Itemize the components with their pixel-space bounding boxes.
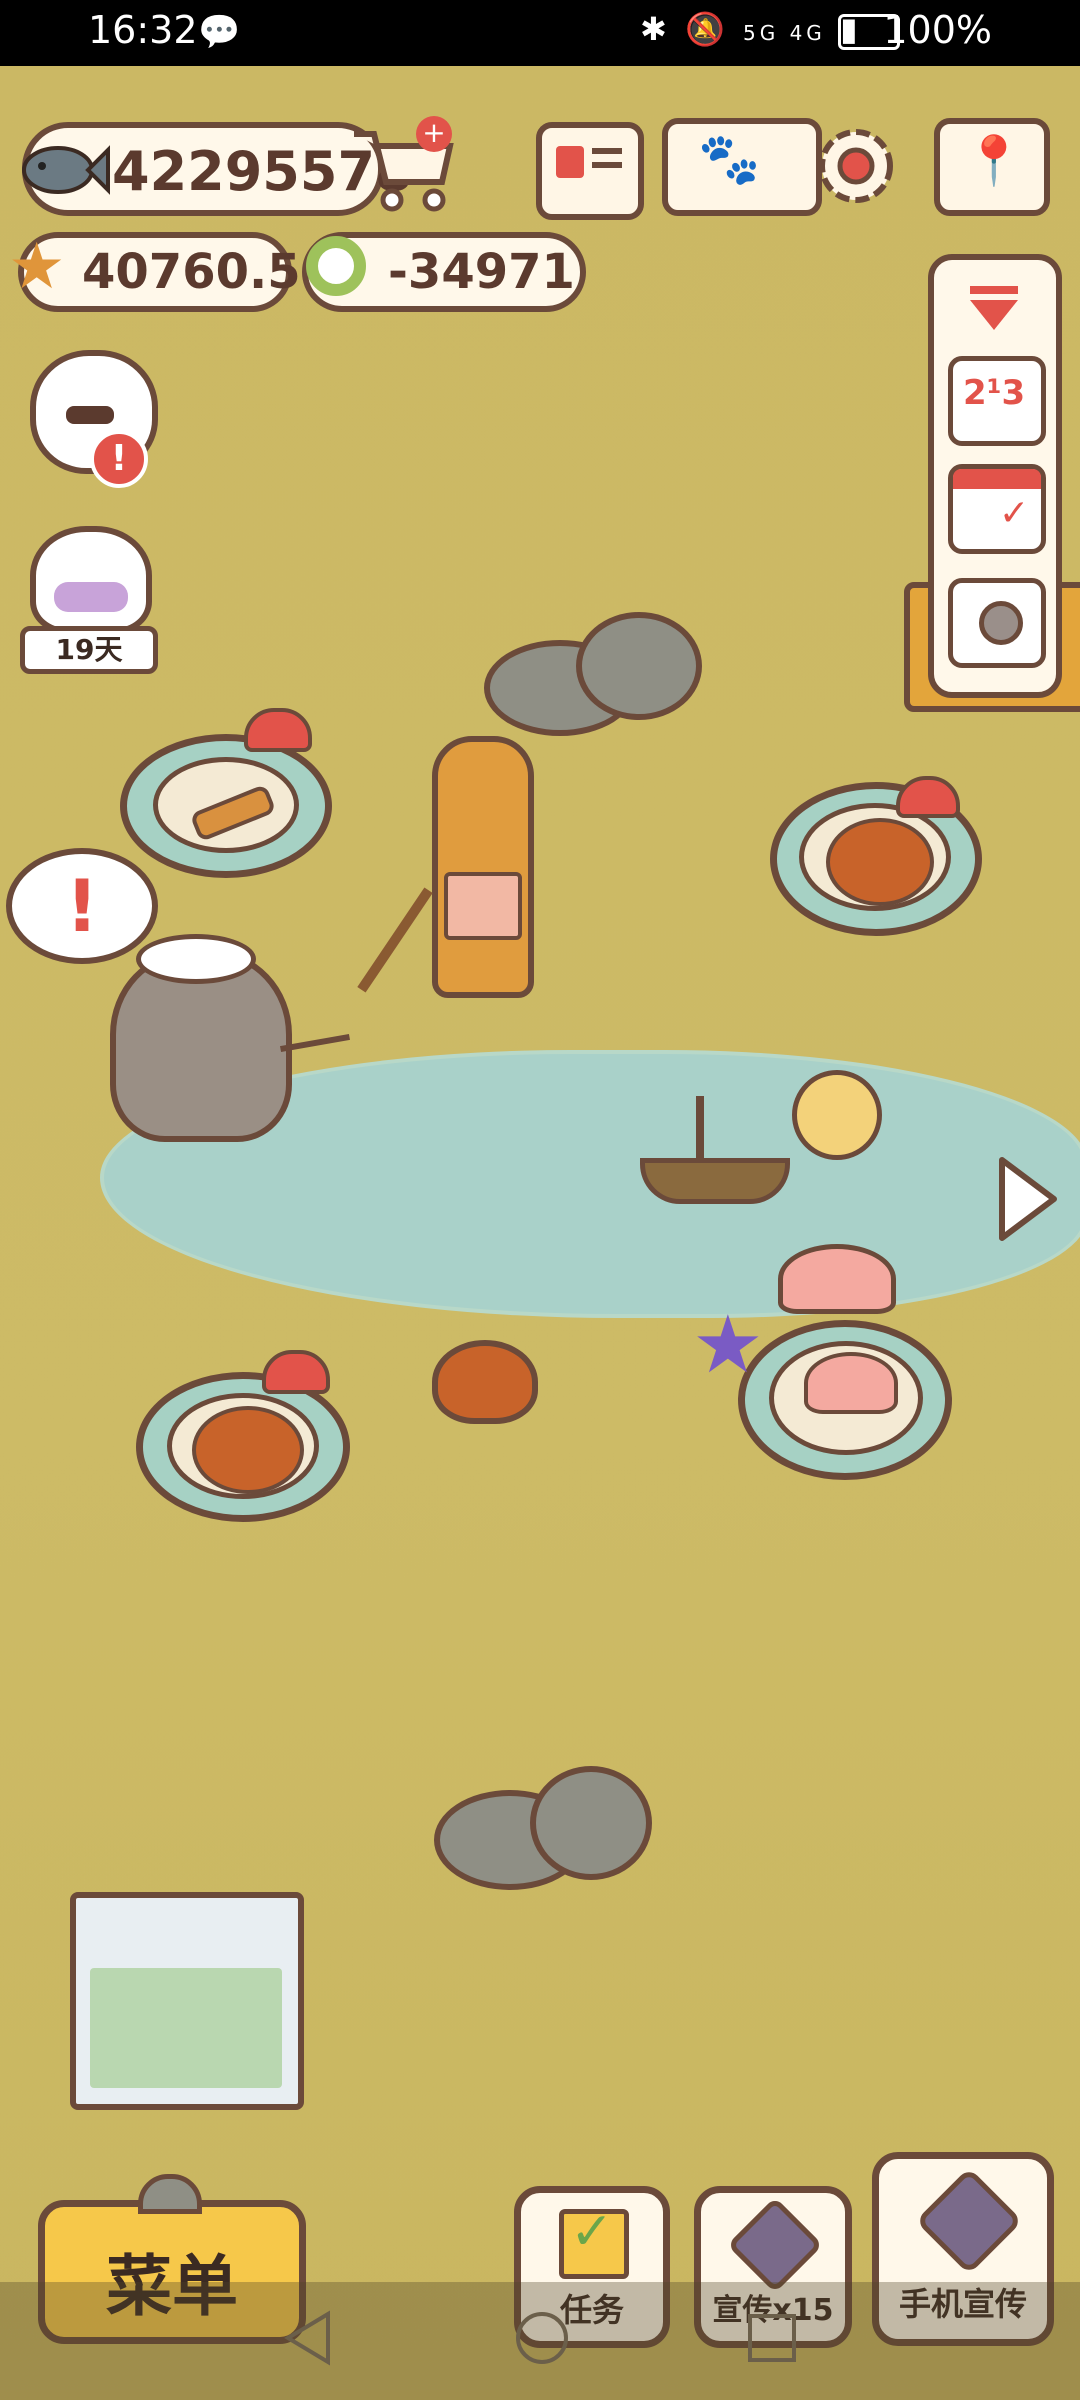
mast-icon — [696, 1096, 704, 1162]
bush-wood[interactable] — [120, 734, 332, 878]
days-badge: 19天 — [20, 626, 158, 674]
hat-icon — [136, 934, 256, 984]
coin-stack[interactable] — [792, 1070, 882, 1160]
rock-top-right — [576, 612, 702, 720]
ring-icon — [306, 236, 366, 296]
back-icon[interactable] — [280, 2308, 336, 2368]
checkbox-icon: ✓ — [559, 2202, 629, 2279]
map-button[interactable]: 📍 — [934, 118, 1050, 216]
sailboat[interactable] — [640, 1096, 790, 1204]
purple-bow-icon — [54, 582, 128, 612]
aquarium-water — [90, 1968, 282, 2088]
rock-bottom-right — [530, 1766, 652, 1880]
star-icon: ★ — [8, 230, 66, 304]
svg-text:+: + — [422, 116, 445, 149]
bluetooth-icon: ✱ — [640, 10, 671, 48]
mushroom-icon — [244, 708, 312, 752]
status-bar: 16:32 💬 ✱ 🔕 5G 4G ▮ 100% — [0, 0, 1080, 66]
next-area-arrow[interactable] — [994, 1154, 1060, 1244]
home-icon[interactable] — [512, 2308, 572, 2368]
gem-count: -34971 — [388, 244, 575, 300]
ranking-button[interactable]: 2¹3 — [948, 356, 1046, 446]
pufferfish-icon — [192, 1406, 304, 1494]
status-time: 16:32 — [88, 8, 198, 52]
fish-icon — [22, 145, 110, 195]
mute-icon: 🔕 — [684, 10, 729, 48]
battery-level: 100% — [883, 8, 992, 52]
alert-badge-icon: ! — [90, 430, 148, 488]
crab[interactable] — [432, 1340, 538, 1424]
system-nav-bar — [0, 2282, 1080, 2400]
starfish-icon: ★ — [692, 1298, 764, 1391]
star-count: 40760.5 — [82, 244, 301, 300]
aquarium-carton[interactable] — [70, 1892, 304, 2110]
mushroom-icon — [896, 776, 960, 818]
boat-hull-icon — [640, 1158, 790, 1204]
camera-button[interactable] — [948, 578, 1046, 668]
shop-cart-button[interactable]: + — [346, 112, 458, 216]
recents-icon[interactable] — [744, 2310, 800, 2366]
bush-jellyfish[interactable] — [738, 1320, 952, 1480]
fishing-cat[interactable] — [110, 934, 292, 1142]
bush-pufferfish-bottom[interactable] — [136, 1372, 350, 1522]
camera-icon — [979, 601, 1023, 645]
exclamation-speech-bubble[interactable]: ! — [6, 848, 158, 964]
profile-card-button[interactable] — [536, 122, 644, 220]
paw-book-icon: 🐾 — [698, 130, 761, 188]
mushroom-icon — [262, 1350, 330, 1394]
fish-counter: 42295578 — [22, 122, 413, 216]
map-pin-icon: 📍 — [964, 133, 1024, 189]
podium-icon: 2¹3 — [963, 373, 1026, 413]
right-sidebar: 2¹3 ✓ — [928, 254, 1062, 698]
star-counter: ★ 40760.5 — [8, 230, 301, 312]
jellyfish-top[interactable] — [778, 1244, 896, 1314]
network-label: 5G 4G — [743, 21, 826, 45]
settings-gear-button[interactable] — [808, 118, 904, 214]
chat-icon: 💬 — [198, 12, 241, 52]
id-card-icon — [556, 146, 584, 178]
calendar-button[interactable]: ✓ — [948, 464, 1046, 554]
apron-icon — [444, 872, 522, 940]
jellyfish-icon — [804, 1352, 898, 1414]
phone-icon — [915, 2167, 1023, 2275]
collapse-arrow-icon[interactable] — [964, 284, 1024, 334]
phone-icon — [726, 2196, 824, 2294]
status-icons: ✱ 🔕 5G 4G ▮ — [640, 10, 862, 48]
pufferfish-icon — [826, 818, 934, 906]
broom-icon — [357, 887, 433, 993]
cat-avatar-gray[interactable] — [30, 526, 152, 634]
gem-counter: -34971 — [302, 232, 586, 312]
sweeping-cat[interactable] — [432, 736, 534, 998]
bowtie-icon — [66, 406, 114, 424]
log-icon — [189, 783, 277, 843]
catbook-button[interactable]: 🐾 — [662, 118, 822, 216]
calendar-icon — [953, 469, 1041, 489]
menu-clip-icon — [138, 2174, 202, 2214]
